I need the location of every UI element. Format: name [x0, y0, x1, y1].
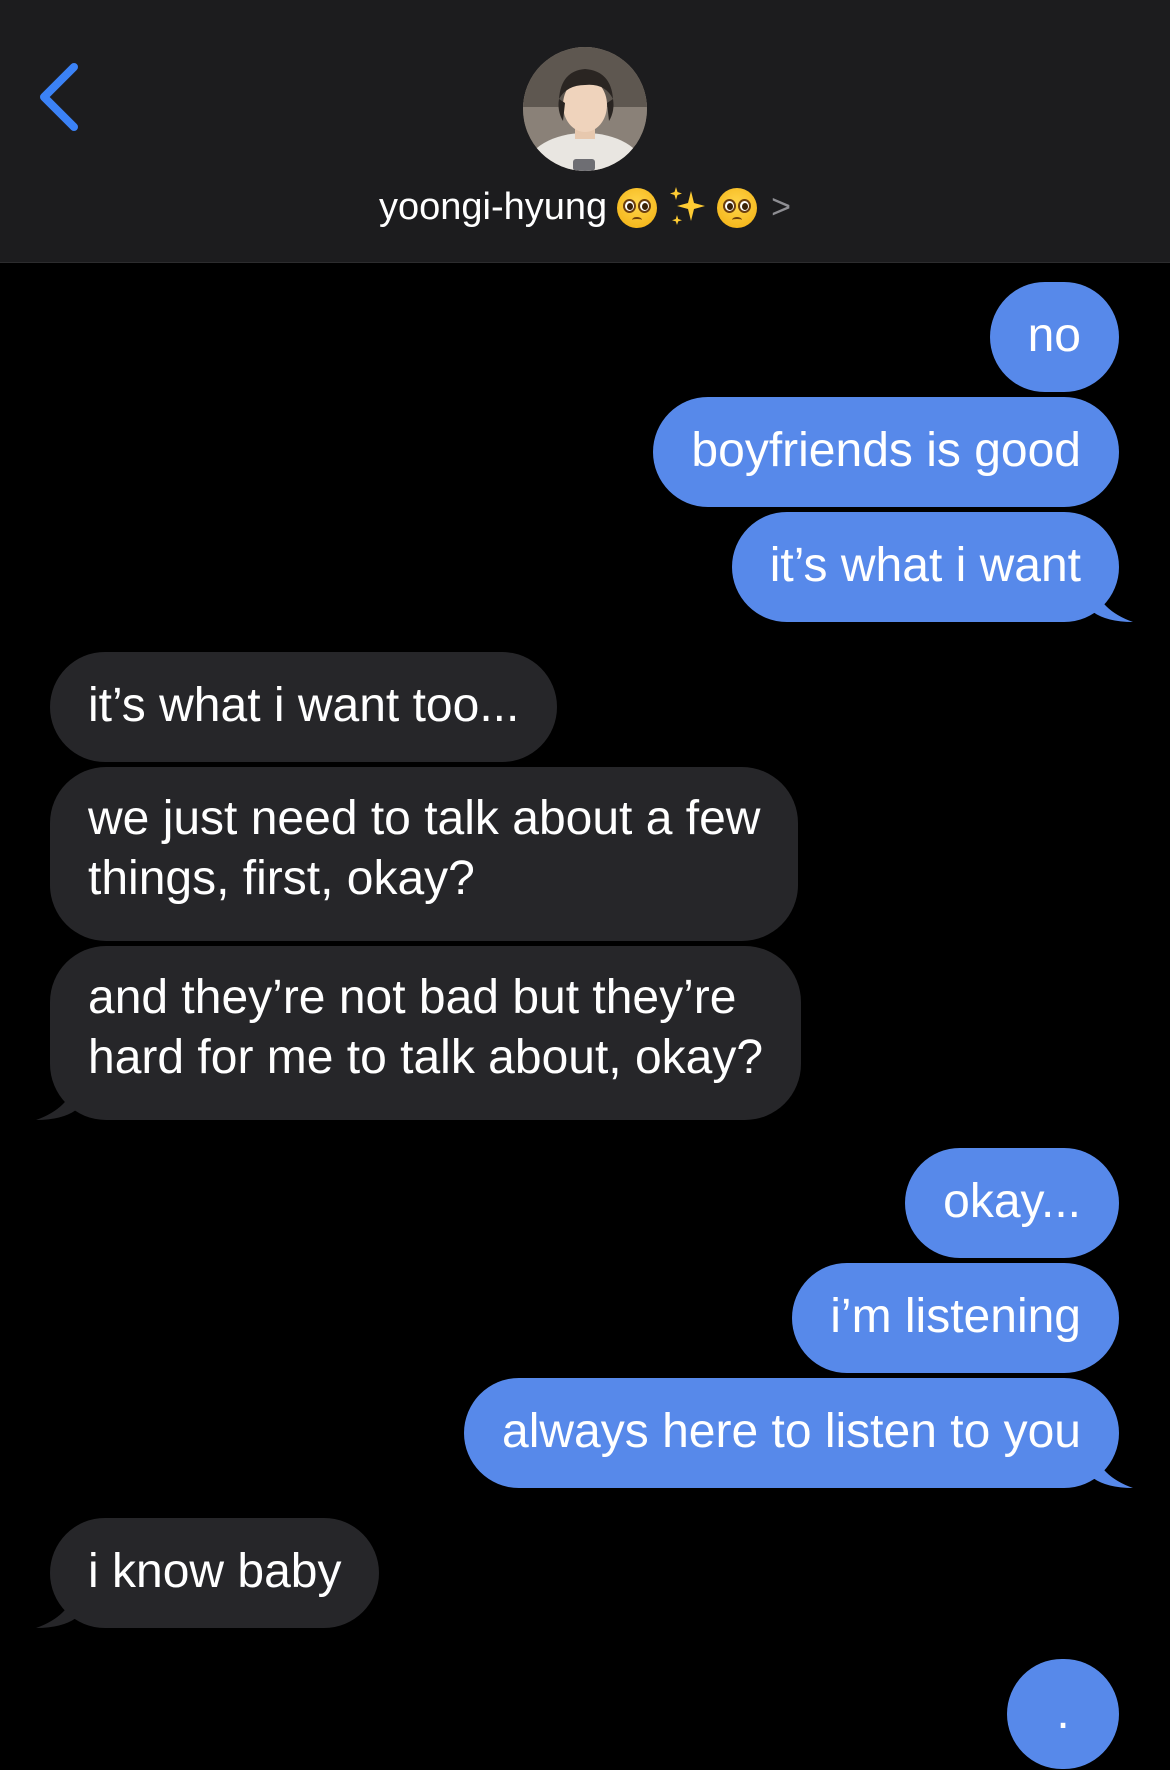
conversation-header: yoongi-hyung > — [0, 0, 1170, 263]
pleading-face-icon — [717, 186, 758, 229]
message-sent[interactable]: boyfriends is good — [653, 397, 1119, 507]
bubble-tail — [36, 1080, 76, 1120]
message-sent[interactable]: . — [1007, 1659, 1119, 1769]
message-text: boyfriends is good — [691, 424, 1081, 477]
message-text: okay... — [943, 1175, 1081, 1228]
message-received[interactable]: and they’re not bad but they’re hard for… — [36, 946, 802, 1120]
bubble-tail — [36, 1588, 76, 1628]
contact-name-button[interactable]: yoongi-hyung > — [0, 180, 1170, 234]
message-sent[interactable]: i’m listening — [792, 1263, 1119, 1373]
message-text-line: and they’re not bad but they’re — [88, 971, 737, 1024]
message-text: it’s what i want too... — [88, 679, 520, 732]
avatar-photo — [523, 47, 647, 171]
message-text: i’m listening — [830, 1290, 1081, 1343]
message-received[interactable]: it’s what i want too... — [50, 652, 558, 762]
pleading-face-icon — [617, 186, 658, 229]
message-received[interactable]: we just need to talk about a few things,… — [50, 767, 799, 941]
contact-avatar[interactable] — [523, 47, 647, 171]
message-text-line: we just need to talk about a few — [88, 792, 761, 845]
contact-name: yoongi-hyung — [378, 185, 608, 228]
message-received[interactable]: i know baby — [36, 1518, 380, 1628]
message-text: it’s what i want — [769, 539, 1081, 592]
message-text: always here to listen to you — [502, 1405, 1081, 1458]
message-text: i know baby — [88, 1545, 342, 1598]
message-text: . — [1056, 1686, 1070, 1739]
message-text-line: things, first, okay? — [88, 852, 475, 905]
chevron-right-icon: > — [771, 187, 792, 226]
bubble-tail — [1093, 582, 1133, 622]
message-sent[interactable]: no — [989, 282, 1119, 392]
chevron-left-icon — [40, 63, 78, 131]
bubble-tail — [1093, 1448, 1133, 1488]
message-sent[interactable]: it’s what i want — [731, 512, 1133, 622]
message-sent[interactable]: always here to listen to you — [464, 1378, 1133, 1488]
back-button[interactable] — [30, 55, 90, 135]
message-text: no — [1027, 309, 1081, 362]
sparkles-icon — [667, 185, 707, 230]
message-sent[interactable]: okay... — [905, 1148, 1119, 1258]
message-text-line: hard for me to talk about, okay? — [88, 1031, 764, 1084]
